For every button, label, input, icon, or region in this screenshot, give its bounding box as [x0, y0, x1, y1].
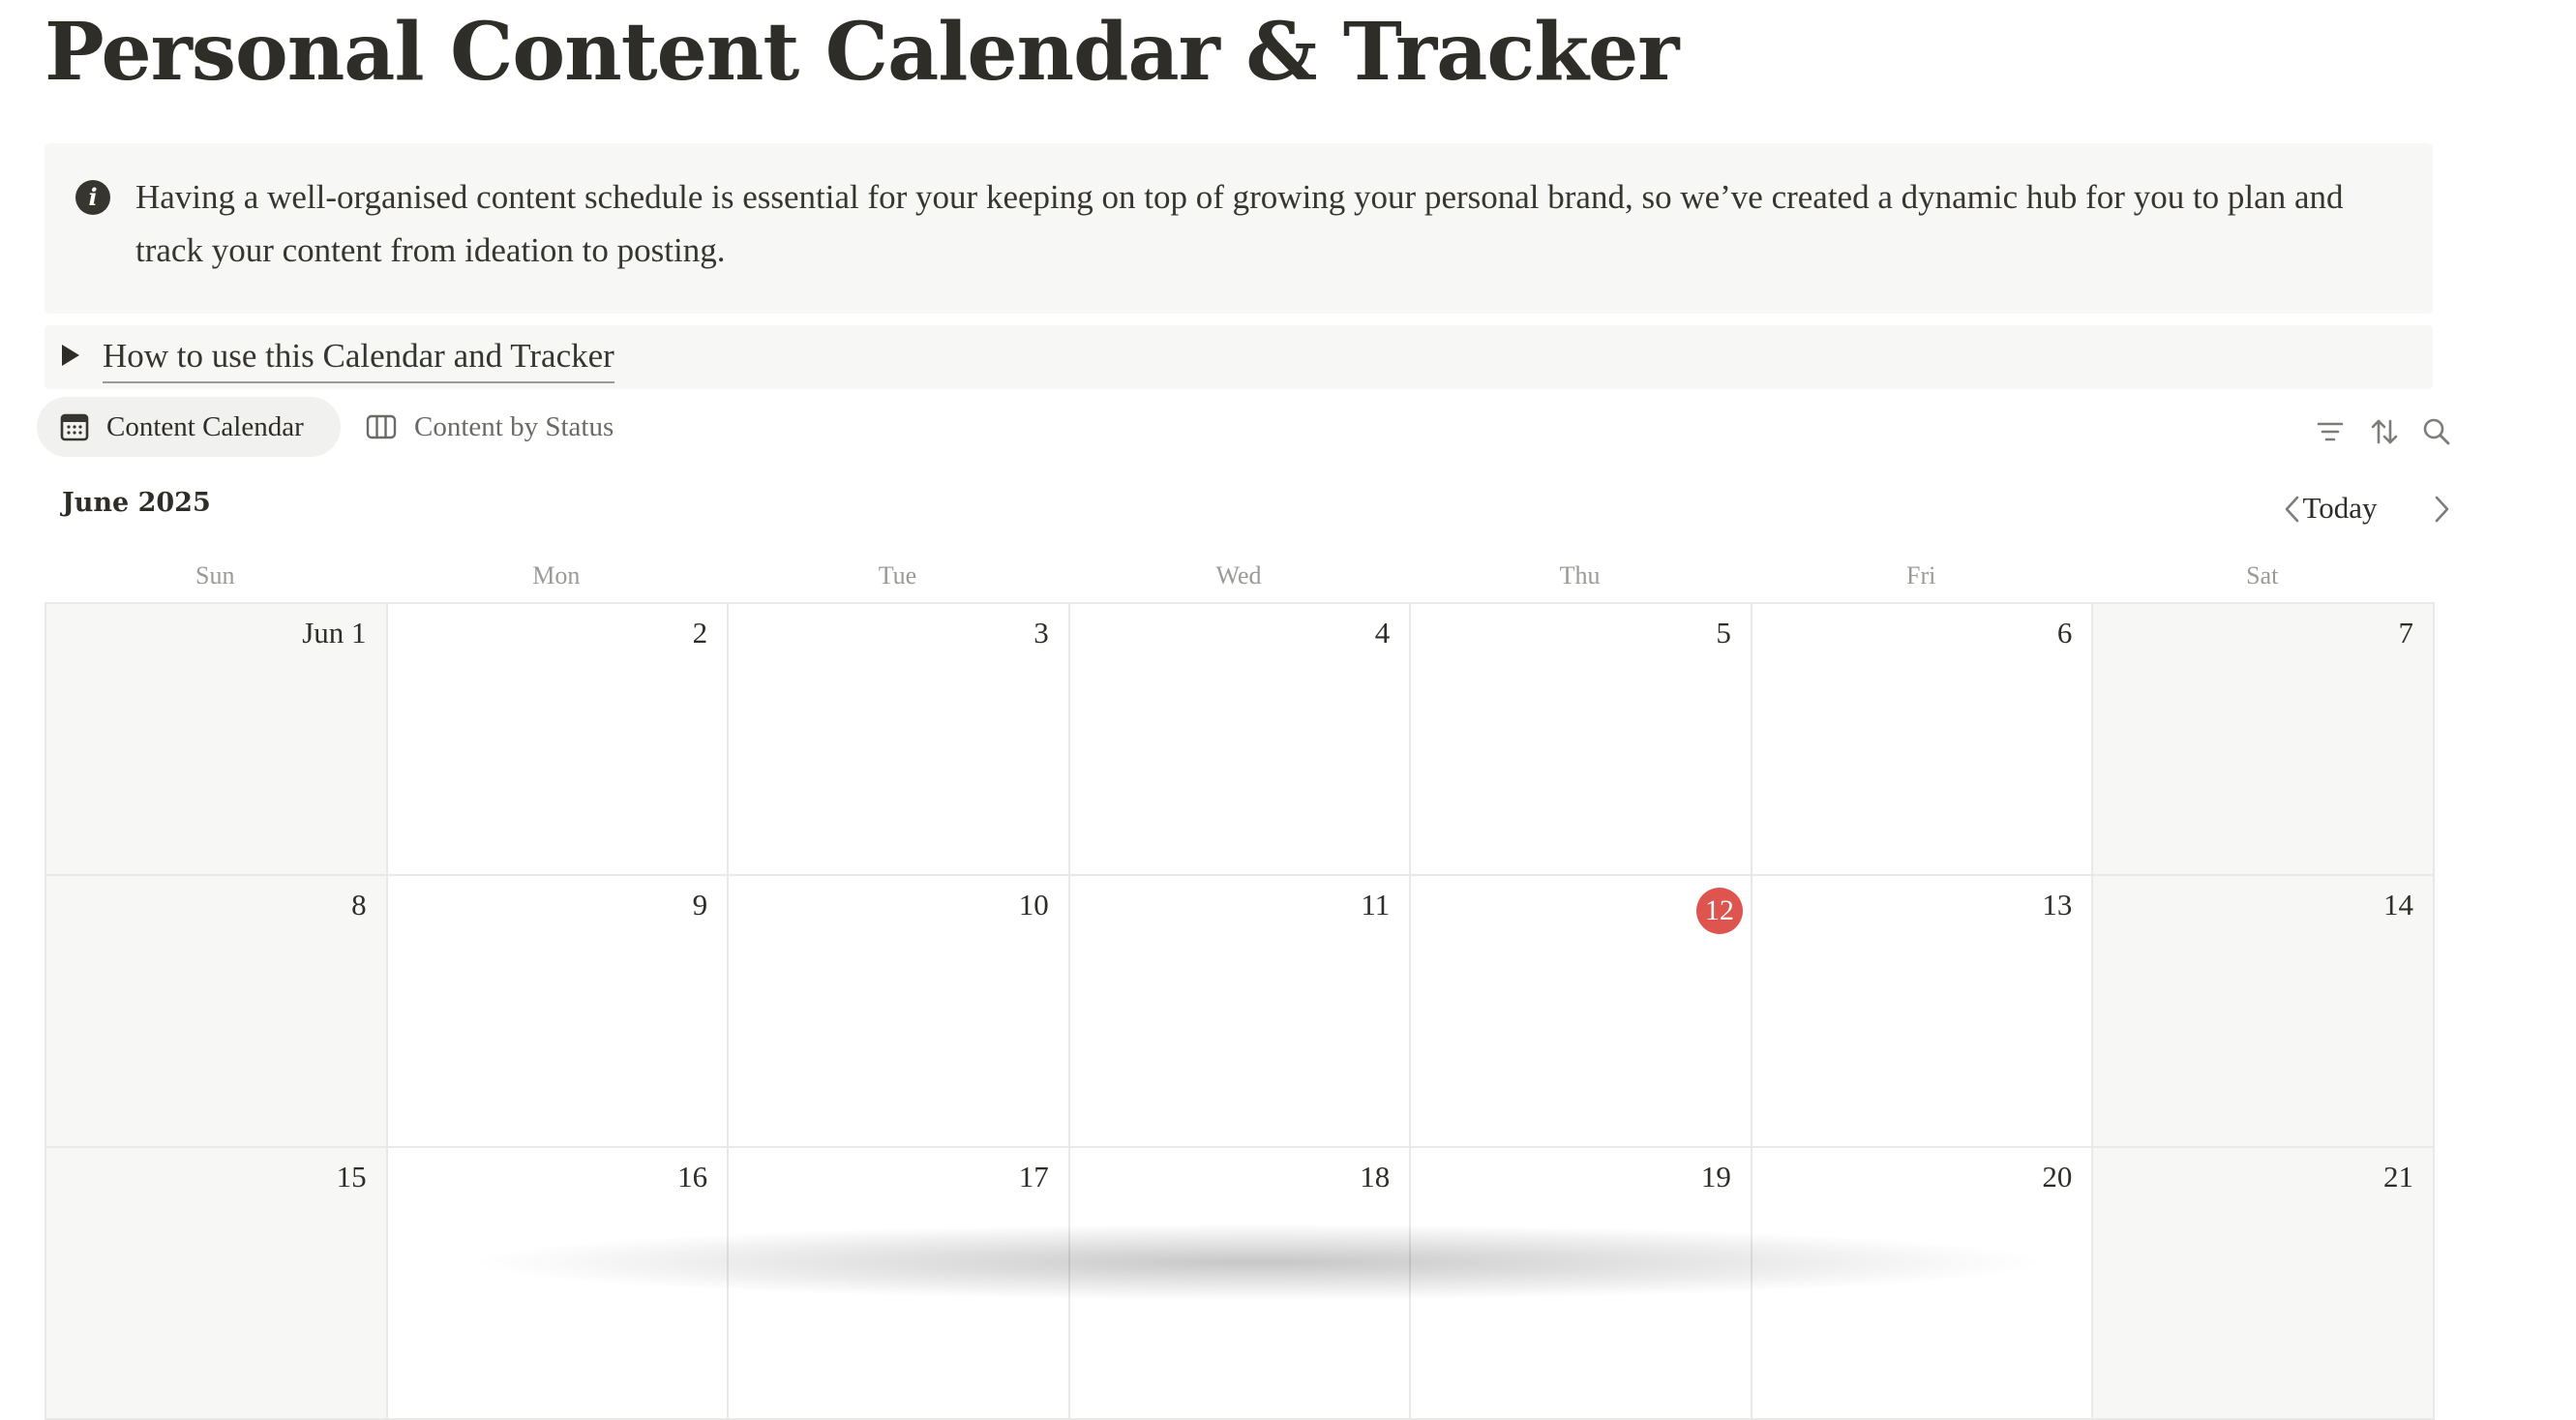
- search-icon[interactable]: [2419, 414, 2454, 449]
- toggle-arrow-icon[interactable]: [62, 345, 79, 366]
- calendar-day-cell[interactable]: Jun 1: [46, 604, 388, 876]
- day-number: 13: [2042, 888, 2073, 921]
- day-number: 17: [1018, 1160, 1049, 1193]
- day-number: 6: [2056, 616, 2073, 650]
- calendar-day-cell[interactable]: 8: [46, 876, 388, 1148]
- calendar-day-cell[interactable]: 11: [1069, 876, 1412, 1148]
- calendar-day-cell[interactable]: 15: [46, 1148, 388, 1420]
- day-number: 21: [2383, 1160, 2413, 1193]
- day-number: 10: [1018, 888, 1049, 921]
- calendar-day-cell[interactable]: 16: [387, 1148, 730, 1420]
- info-icon: i: [75, 180, 110, 215]
- tab-content-by-status[interactable]: Content by Status: [358, 397, 639, 457]
- calendar-day-cell[interactable]: 3: [729, 604, 1070, 876]
- day-number: Jun 1: [302, 616, 367, 650]
- weekday-header: Sun Mon Tue Wed Thu Fri Sat: [45, 554, 2433, 598]
- info-callout: i Having a well-organised content schedu…: [45, 143, 2433, 314]
- weekday-label: Fri: [1906, 561, 1936, 589]
- day-number: 3: [1033, 616, 1049, 650]
- filter-icon[interactable]: [2313, 414, 2348, 449]
- day-number: 4: [1374, 616, 1391, 650]
- day-number: 20: [2042, 1160, 2073, 1193]
- board-columns-icon: [366, 414, 397, 439]
- calendar-day-cell-today[interactable]: 12: [1411, 876, 1752, 1148]
- day-number: 14: [2383, 888, 2413, 921]
- calendar-icon: [60, 413, 89, 441]
- weekday-label: Thu: [1559, 561, 1601, 589]
- calendar-day-cell[interactable]: 9: [387, 876, 730, 1148]
- how-to-toggle[interactable]: How to use this Calendar and Tracker: [45, 325, 2433, 389]
- calendar-day-cell[interactable]: 20: [1752, 1148, 2094, 1420]
- callout-text: Having a well-organised content schedule…: [135, 178, 2344, 269]
- day-number: 8: [351, 888, 367, 921]
- weekday-label: Mon: [532, 561, 581, 589]
- tab-label: Content Calendar: [106, 410, 304, 442]
- today-button[interactable]: Today: [2288, 486, 2392, 530]
- today-day-number: 12: [1695, 888, 1743, 934]
- day-number: 19: [1700, 1160, 1731, 1193]
- chevron-right-icon[interactable]: [2427, 492, 2456, 527]
- day-number: 11: [1361, 888, 1391, 921]
- calendar-day-cell[interactable]: 4: [1069, 604, 1412, 876]
- tab-content-calendar[interactable]: Content Calendar: [37, 397, 341, 457]
- calendar-day-cell[interactable]: 5: [1411, 604, 1752, 876]
- calendar-day-cell[interactable]: 7: [2093, 604, 2435, 876]
- day-number: 16: [677, 1160, 708, 1193]
- weekday-label: Wed: [1215, 561, 1262, 589]
- sort-icon[interactable]: [2367, 414, 2402, 449]
- day-number: 5: [1716, 616, 1731, 650]
- page-title: Personal Content Calendar & Tracker: [45, 6, 1679, 99]
- month-label: June 2025: [62, 488, 211, 518]
- day-number: 9: [692, 888, 708, 921]
- calendar-day-cell[interactable]: 21: [2093, 1148, 2435, 1420]
- calendar-grid: Jun 1 2 3 4 5 6 7 8 9 10 11 12 13 14 15 …: [45, 602, 2435, 1420]
- calendar-day-cell[interactable]: 19: [1411, 1148, 1752, 1420]
- calendar-day-cell[interactable]: 18: [1069, 1148, 1412, 1420]
- tab-label: Content by Status: [414, 410, 614, 442]
- toggle-label[interactable]: How to use this Calendar and Tracker: [103, 331, 614, 383]
- day-number: 2: [692, 616, 708, 650]
- calendar-day-cell[interactable]: 6: [1752, 604, 2094, 876]
- weekday-label: Sat: [2246, 561, 2279, 589]
- calendar-day-cell[interactable]: 14: [2093, 876, 2435, 1148]
- calendar-day-cell[interactable]: 10: [729, 876, 1070, 1148]
- day-number: 15: [336, 1160, 367, 1193]
- day-number: 7: [2398, 616, 2414, 650]
- weekday-label: Sun: [195, 561, 235, 589]
- weekday-label: Tue: [878, 561, 917, 589]
- calendar-day-cell[interactable]: 17: [729, 1148, 1070, 1420]
- day-number: 18: [1360, 1160, 1391, 1193]
- calendar-day-cell[interactable]: 13: [1752, 876, 2094, 1148]
- calendar-day-cell[interactable]: 2: [387, 604, 730, 876]
